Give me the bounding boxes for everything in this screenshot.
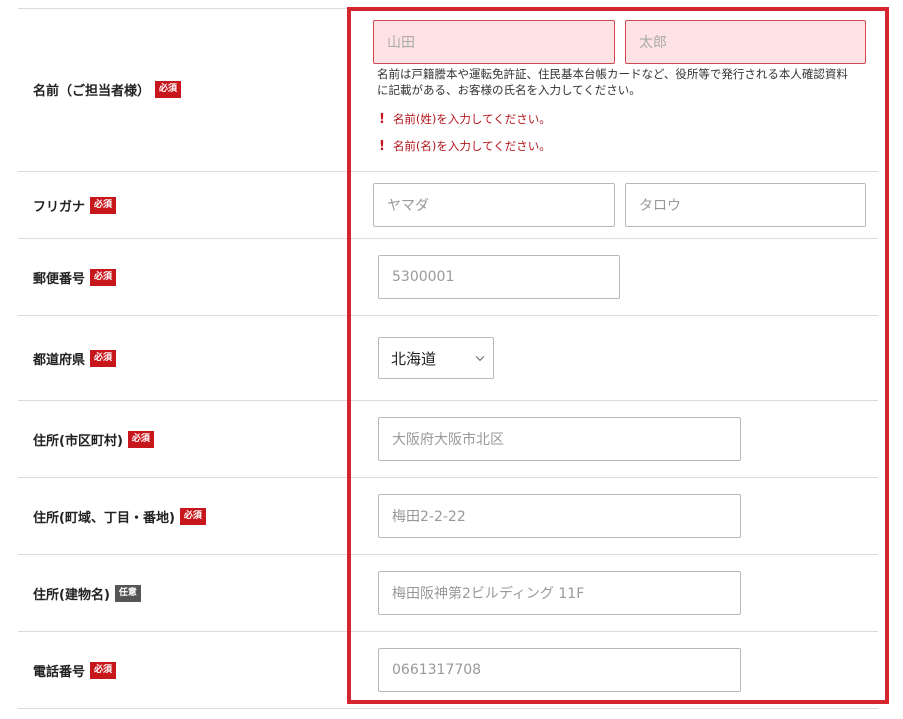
error-icon: ! xyxy=(379,138,385,154)
name-help-text: 名前は戸籍謄本や運転免許証、住民基本台帳カードなど、役所等で発行される本人確認資… xyxy=(377,67,848,97)
required-badge: 必須 xyxy=(155,81,182,98)
chevron-down-icon xyxy=(475,352,485,362)
prefecture-selected-value: 北海道 xyxy=(391,349,437,368)
required-badge: 必須 xyxy=(90,268,117,286)
furigana-label-text: フリガナ xyxy=(33,199,86,215)
postal-label: 郵便番号 必須 xyxy=(33,239,117,315)
optional-badge: 任意 xyxy=(114,584,141,602)
street-label: 住所(町域、丁目・番地) 必須 xyxy=(33,478,206,554)
required-badge: 必須 xyxy=(90,661,117,679)
required-badge: 必須 xyxy=(179,507,206,525)
street-input[interactable]: 梅田2-2-22 xyxy=(378,494,741,538)
building-label: 住所(建物名) 任意 xyxy=(33,555,141,631)
error-last-name: ! 名前(姓)を入力してください。 xyxy=(379,111,551,127)
required-badge: 必須 xyxy=(90,349,117,367)
street-label-text: 住所(町域、丁目・番地) xyxy=(33,510,175,526)
city-label-text: 住所(市区町村) xyxy=(33,433,123,449)
city-label: 住所(市区町村) 必須 xyxy=(33,401,154,477)
last-name-input[interactable]: 山田 xyxy=(373,20,615,64)
error-icon: ! xyxy=(379,111,385,127)
error-first-name-text: 名前(名)を入力してください。 xyxy=(392,139,551,153)
postal-code-input[interactable]: 5300001 xyxy=(378,255,620,299)
building-label-text: 住所(建物名) xyxy=(33,587,110,603)
prefecture-label: 都道府県 必須 xyxy=(33,316,117,400)
error-first-name: ! 名前(名)を入力してください。 xyxy=(379,138,551,154)
phone-input[interactable]: 0661317708 xyxy=(378,648,741,692)
prefecture-select[interactable]: 北海道 xyxy=(378,337,494,379)
prefecture-label-text: 都道府県 xyxy=(33,352,86,368)
postal-label-text: 郵便番号 xyxy=(33,271,86,287)
last-name-kana-input[interactable]: ヤマダ xyxy=(373,183,615,227)
error-last-name-text: 名前(姓)を入力してください。 xyxy=(392,112,551,126)
name-label-text: 名前（ご担当者様） xyxy=(33,84,151,99)
phone-label: 電話番号 必須 xyxy=(33,632,117,708)
required-badge: 必須 xyxy=(90,196,117,214)
name-label: 名前（ご担当者様） 必須 xyxy=(33,8,182,171)
furigana-label: フリガナ 必須 xyxy=(33,172,117,238)
first-name-kana-input[interactable]: タロウ xyxy=(625,183,866,227)
phone-label-text: 電話番号 xyxy=(33,664,86,680)
first-name-input[interactable]: 太郎 xyxy=(625,20,866,64)
required-badge: 必須 xyxy=(127,430,154,448)
city-input[interactable]: 大阪府大阪市北区 xyxy=(378,417,741,461)
building-input[interactable]: 梅田阪神第2ビルディング 11F xyxy=(378,571,741,615)
